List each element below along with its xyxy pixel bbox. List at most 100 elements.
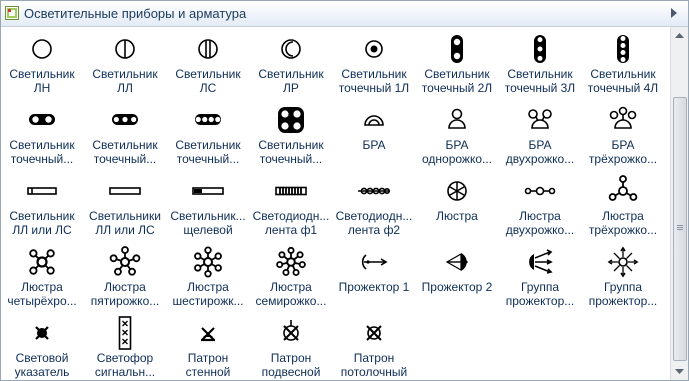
socket-wall-icon <box>201 327 215 342</box>
shape-item[interactable]: Патрон стенной <box>167 311 249 380</box>
shape-item[interactable]: Светильник ЛР <box>250 27 332 97</box>
shape-item[interactable]: Световой указатель <box>1 311 83 380</box>
stencil-icon <box>5 6 19 20</box>
projector-group-1-icon <box>529 249 553 274</box>
shape-item[interactable]: БРА однорожко... <box>416 98 498 168</box>
shape-item[interactable]: Группа прожектор... <box>499 240 581 310</box>
point-lamp-h2-icon <box>29 114 55 125</box>
shape-item[interactable]: Светильник ЛЛ <box>84 27 166 97</box>
shape-label-line-1: Световой <box>15 351 69 365</box>
shape-item[interactable]: Люстра двухрожко... <box>499 169 581 239</box>
shape-label-line-1: Светильник <box>92 67 158 81</box>
shape-item[interactable]: Светильник ЛЛ или ЛС <box>1 169 83 239</box>
shape-item[interactable]: Светильник точечный 2Л <box>416 27 498 97</box>
shape-label: БРА двухрожко... <box>499 138 581 166</box>
chandelier-7-icon <box>276 246 306 276</box>
shape-label-line-1: Патрон <box>270 351 312 365</box>
shape-label-line-1: Люстра <box>602 209 644 223</box>
shape-label-line-1: Светофор <box>96 351 154 365</box>
shape-label: Световой указатель <box>1 351 83 379</box>
led-strip-2-icon <box>358 187 390 195</box>
shape-label-line-1: БРА <box>445 138 469 152</box>
shape-item[interactable]: Светильник точечный 4Л <box>582 27 664 97</box>
shape-label-line-1: Люстра <box>21 280 63 294</box>
shape-label: Светильник точечный... <box>167 138 249 166</box>
shape-item[interactable]: Группа прожектор... <box>582 240 664 310</box>
shape-item[interactable]: Светильник точечный 3Л <box>499 27 581 97</box>
signal-light-icon <box>118 316 132 350</box>
projector-1-icon <box>361 254 388 270</box>
shape-label: Светильник точечный... <box>1 138 83 166</box>
light-indicator-icon <box>35 326 49 340</box>
shape-item[interactable]: Люстра трёхрожко... <box>582 169 664 239</box>
lamp-ls-icon <box>198 39 218 59</box>
shape-item[interactable]: Светофор сигнальн... <box>84 311 166 380</box>
shape-item[interactable]: Светильник точечный... <box>1 98 83 168</box>
shape-item[interactable]: Патрон подвесной <box>250 311 332 380</box>
shape-item[interactable]: Светильник точечный... <box>84 98 166 168</box>
shape-label: Светильник точечный 4Л <box>582 67 664 95</box>
shape-label-line-1: БРА <box>362 138 386 152</box>
shape-label-line-2: шестирожк... <box>172 294 244 308</box>
stencil-window: Осветительные приборы и арматура Светиль… <box>0 0 689 381</box>
shape-item[interactable]: Светильник точечный 1Л <box>333 27 415 97</box>
shape-label-line-2: щелевой <box>183 223 233 237</box>
shape-item[interactable]: БРА двухрожко... <box>499 98 581 168</box>
shape-label-line-2: семирожко... <box>255 294 327 308</box>
shape-item[interactable]: Люстра <box>416 169 498 239</box>
shape-item[interactable]: Люстра пятирожко... <box>84 240 166 310</box>
chandelier-2-icon <box>524 186 556 196</box>
chandelier-4-icon <box>29 249 55 275</box>
shape-label-line-2: трёхрожко... <box>588 152 658 166</box>
shape-label: БРА <box>333 138 415 152</box>
shape-item[interactable]: БРА <box>333 98 415 168</box>
shape-label: Светильник точечный 2Л <box>416 67 498 95</box>
shape-label: Группа прожектор... <box>582 280 664 308</box>
point-lamp-quad-icon <box>278 107 304 133</box>
shape-item[interactable]: Светильник ЛС <box>167 27 249 97</box>
shape-item[interactable]: Светильник точечный... <box>250 98 332 168</box>
shape-item[interactable]: Светильник точечный... <box>167 98 249 168</box>
shape-item[interactable]: Светильник... щелевой <box>167 169 249 239</box>
scroll-up-icon[interactable] <box>671 27 688 44</box>
shape-label-line-1: Светильник <box>258 138 324 152</box>
shape-item[interactable]: БРА трёхрожко... <box>582 98 664 168</box>
point-lamp-3-icon <box>534 35 546 63</box>
shape-item[interactable]: Патрон потолочный <box>333 311 415 380</box>
shape-label: Светодиодн... лента ф2 <box>333 209 415 237</box>
fluorescent-2-icon <box>109 187 141 195</box>
shape-label-line-2: точечный 2Л <box>421 81 493 95</box>
shape-item[interactable]: Люстра семирожко... <box>250 240 332 310</box>
chevron-right-icon[interactable] <box>668 7 680 19</box>
shape-item[interactable]: Светильник ЛН <box>1 27 83 97</box>
shape-item[interactable]: Люстра четырёхро... <box>1 240 83 310</box>
shape-label: Светильник точечный... <box>84 138 166 166</box>
shape-label-line-1: Светильник <box>175 67 241 81</box>
shape-grid: Светильник ЛН Светильник ЛЛ Светильник ЛС Свет… <box>1 27 670 380</box>
scroll-down-icon[interactable] <box>671 363 688 380</box>
shape-label-line-1: Группа <box>603 280 643 294</box>
shape-label-line-2: ЛН <box>33 81 51 95</box>
shape-label-line-1: Светильник <box>258 67 324 81</box>
shape-label-line-2: ЛС <box>199 81 217 95</box>
shape-label-line-1: БРА <box>611 138 635 152</box>
shape-label-line-1: Светильники <box>89 209 161 223</box>
shape-label-line-2: подвесной <box>261 365 321 379</box>
shape-item[interactable]: Прожектор 2 <box>416 240 498 310</box>
shape-item[interactable]: Прожектор 1 <box>333 240 415 310</box>
shape-label-line-2: ЛР <box>283 81 299 95</box>
shape-item[interactable]: Люстра шестирожк... <box>167 240 249 310</box>
shape-item[interactable]: Светодиодн... лента ф2 <box>333 169 415 239</box>
shape-label: Прожектор 2 <box>416 280 498 294</box>
shape-item[interactable]: Светильники ЛЛ или ЛС <box>84 169 166 239</box>
shape-label: Светильник точечный 1Л <box>333 67 415 95</box>
vertical-scrollbar[interactable] <box>670 27 688 380</box>
scroll-thumb[interactable] <box>673 97 687 361</box>
lamp-lr-icon <box>281 39 301 59</box>
shape-label: Люстра пятирожко... <box>84 280 166 308</box>
shape-item[interactable]: Светодиодн... лента ф1 <box>250 169 332 239</box>
title-bar[interactable]: Осветительные приборы и арматура <box>1 1 688 27</box>
shape-label-line-2: двухрожко... <box>505 223 575 237</box>
socket-hanging-icon <box>283 320 299 341</box>
shape-label: Люстра шестирожк... <box>167 280 249 308</box>
